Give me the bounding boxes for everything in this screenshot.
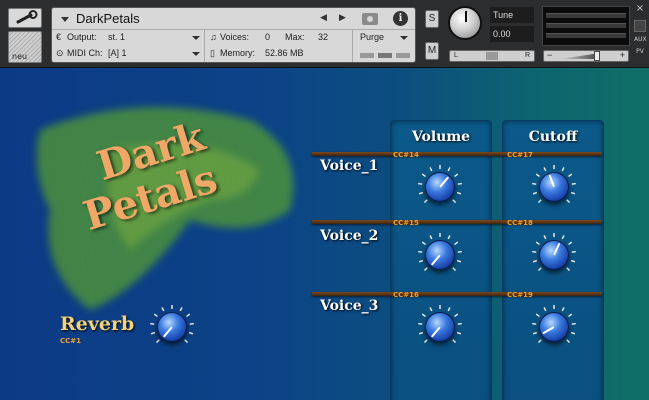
tune-knob[interactable] [448, 6, 482, 40]
purge-indicator [378, 53, 392, 58]
pv-button[interactable]: PV [634, 48, 646, 55]
volume-column-header: Volume [411, 129, 471, 145]
voice-3-cutoff-knob[interactable] [531, 304, 577, 350]
instrument-info-panel: DarkPetals ◀ ▶ i € Output: st. 1 ♫ Voice… [51, 7, 416, 63]
voice-1-cutoff-knob[interactable] [531, 164, 577, 210]
pan-center-handle[interactable] [486, 52, 498, 60]
voice-row-divider [312, 152, 602, 156]
meter-right-bar [546, 23, 626, 28]
meter-peak-bar [546, 33, 626, 38]
divider [352, 30, 353, 62]
voice-2-volume-knob[interactable] [417, 232, 463, 278]
voice-3-label: Voice_3 [320, 298, 379, 314]
pan-left-label: L [454, 52, 458, 59]
voice-row-divider [312, 220, 602, 224]
memory-label: Memory: [220, 48, 256, 58]
instrument-panel: Dark Petals Volume Cutoff Voice_1 CC#14 … [0, 68, 649, 400]
next-instrument-icon[interactable]: ▶ [339, 13, 346, 23]
voice-2-label: Voice_2 [320, 228, 379, 244]
midi-icon: ⊙ [56, 48, 64, 58]
voice-1-volume-knob[interactable] [417, 164, 463, 210]
voices-label: Voices: [220, 32, 250, 42]
cutoff-column-header: Cutoff [528, 129, 578, 145]
meter-left-bar [546, 13, 626, 18]
output-icon: € [56, 32, 62, 42]
max-voices-label: Max: [285, 32, 305, 42]
collapse-caret-icon[interactable] [61, 17, 69, 22]
tune-label: Tune [490, 7, 534, 23]
info-icon[interactable]: i [393, 11, 408, 26]
voice-1-label: Voice_1 [320, 158, 379, 174]
reverb-label: Reverb [60, 313, 135, 335]
purge-button[interactable]: Purge [360, 32, 384, 42]
wrench-icon[interactable] [8, 8, 42, 28]
solo-button[interactable]: S [425, 10, 439, 28]
logo-text: neu [12, 52, 28, 61]
pan-right-label: R [524, 52, 530, 59]
volume-minus-label: − [547, 50, 553, 60]
divider [204, 30, 205, 62]
voices-icon: ♫ [210, 32, 217, 42]
knob-body[interactable] [539, 172, 569, 202]
purge-indicator [396, 53, 410, 58]
max-voices-value[interactable]: 32 [318, 32, 328, 42]
prev-instrument-icon[interactable]: ◀ [320, 13, 327, 23]
voice-3-volume-cc: CC#16 [393, 291, 419, 299]
voice-1-cutoff-cc: CC#17 [507, 151, 533, 159]
voice-2-cutoff-cc: CC#18 [507, 219, 533, 227]
minimize-button[interactable] [634, 20, 646, 32]
voice-1-volume-cc: CC#14 [393, 151, 419, 159]
volume-slider[interactable]: − + [543, 50, 629, 62]
instrument-logo-button[interactable]: neu [8, 31, 42, 63]
voice-3-cutoff-cc: CC#19 [507, 291, 533, 299]
volume-plus-label: + [619, 50, 625, 60]
midi-dropdown-icon[interactable] [192, 52, 200, 56]
reverb-cc: CC#1 [60, 337, 82, 345]
divider [52, 29, 415, 30]
voice-row-divider [312, 292, 602, 296]
output-dropdown-icon[interactable] [192, 36, 200, 40]
pan-slider[interactable]: L R [449, 50, 535, 62]
level-meter [542, 6, 630, 46]
voice-2-cutoff-knob[interactable] [531, 232, 577, 278]
midi-channel-label: MIDI Ch: [67, 48, 103, 58]
voices-value: 0 [265, 32, 271, 42]
midi-channel-value[interactable]: [A] 1 [108, 48, 127, 58]
mute-button[interactable]: M [425, 42, 439, 60]
snapshot-camera-icon[interactable] [362, 13, 378, 25]
volume-thumb[interactable] [594, 51, 600, 61]
reverb-knob[interactable] [149, 304, 195, 350]
purge-dropdown-icon[interactable] [400, 36, 408, 40]
aux-button[interactable]: AUX [634, 36, 647, 43]
output-label: Output: [67, 32, 97, 42]
memory-icon: ▯ [210, 48, 215, 58]
instrument-header: neu DarkPetals ◀ ▶ i € Output: st. 1 ♫ V… [0, 0, 649, 68]
tune-value[interactable]: 0.00 [490, 26, 534, 42]
purge-indicator [360, 53, 374, 58]
memory-value: 52.86 MB [265, 48, 304, 58]
instrument-name[interactable]: DarkPetals [76, 11, 140, 26]
voice-2-volume-cc: CC#15 [393, 219, 419, 227]
voice-3-volume-knob[interactable] [417, 304, 463, 350]
close-icon[interactable]: × [634, 3, 646, 14]
output-value[interactable]: st. 1 [108, 32, 125, 42]
